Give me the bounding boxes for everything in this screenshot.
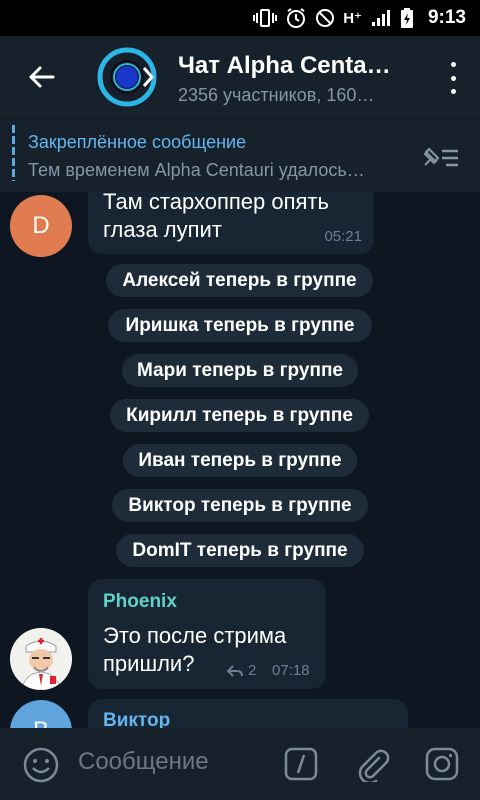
service-message: Кирилл теперь в группе bbox=[110, 399, 369, 432]
pinned-indicator bbox=[12, 125, 15, 181]
member-count: 2356 участников, 160… bbox=[178, 85, 375, 105]
message-bubble[interactable]: Там стархоппер опять глаза лупит 05:21 bbox=[88, 192, 374, 254]
service-message: Мари теперь в группе bbox=[122, 354, 358, 387]
alarm-icon bbox=[285, 7, 307, 29]
message-text: Там стархоппер опять глаза лупит bbox=[103, 192, 329, 242]
camera-icon bbox=[425, 747, 459, 781]
bot-commands-button[interactable] bbox=[283, 746, 319, 782]
reply-count[interactable]: 2 bbox=[226, 662, 256, 679]
avatar[interactable] bbox=[10, 628, 72, 690]
service-message: DomIT теперь в группе bbox=[116, 534, 364, 567]
avatar-letter: D bbox=[32, 212, 50, 239]
service-message: Алексей теперь в группе bbox=[106, 264, 373, 297]
service-message: Иришка теперь в группе bbox=[108, 309, 372, 342]
sender-name[interactable]: Виктор bbox=[103, 710, 170, 728]
message-bubble[interactable]: Виктор bbox=[88, 699, 408, 728]
service-message: Иван теперь в группе bbox=[123, 444, 357, 477]
more-menu-button[interactable] bbox=[446, 62, 460, 94]
arrow-left-icon bbox=[29, 66, 55, 88]
chat-title[interactable]: Чат Alpha Centa… bbox=[178, 52, 408, 80]
clock: 9:13 bbox=[427, 7, 466, 28]
chat-header: Чат Alpha Centa… 2356 участников, 160… bbox=[0, 36, 480, 118]
status-bar: H⁺ 9:13 bbox=[0, 0, 480, 36]
no-sim-icon bbox=[315, 7, 335, 29]
network-type: H⁺ bbox=[343, 10, 362, 27]
message-input-bar: Сообщение bbox=[0, 728, 480, 800]
pinned-title: Закреплённое сообщение bbox=[28, 132, 247, 152]
attach-button[interactable] bbox=[354, 746, 390, 785]
reply-count-value: 2 bbox=[248, 662, 257, 679]
back-button[interactable] bbox=[24, 60, 58, 94]
battery-charging-icon bbox=[400, 7, 414, 29]
message-list[interactable]: D Там стархоппер опять глаза лупит 05:21… bbox=[0, 192, 480, 728]
sender-name[interactable]: Phoenix bbox=[103, 591, 177, 613]
message-time: 07:18 bbox=[272, 662, 310, 679]
pinned-list-button[interactable] bbox=[420, 143, 462, 171]
signal-icon bbox=[370, 7, 392, 29]
message-bubble[interactable]: Phoenix Это после стрима пришли? 2 07:18 bbox=[88, 579, 326, 689]
doctor-avatar-icon bbox=[10, 628, 72, 690]
vibrate-icon bbox=[253, 7, 278, 29]
emoji-icon bbox=[23, 747, 59, 783]
message-input[interactable]: Сообщение bbox=[78, 748, 209, 776]
avatar[interactable]: В bbox=[10, 700, 72, 728]
paperclip-icon bbox=[358, 749, 390, 785]
pin-list-icon bbox=[423, 147, 458, 167]
message-time: 05:21 bbox=[324, 228, 362, 245]
camera-button[interactable] bbox=[424, 746, 460, 782]
group-avatar[interactable] bbox=[96, 46, 158, 108]
avatar-letter: В bbox=[33, 717, 49, 728]
service-message: Виктор теперь в группе bbox=[112, 489, 368, 522]
reply-icon bbox=[226, 664, 243, 677]
slash-command-icon bbox=[284, 747, 318, 781]
pinned-message-bar[interactable]: Закреплённое сообщение Тем временем Alph… bbox=[0, 118, 480, 192]
alpha-centauri-logo-icon bbox=[97, 47, 157, 107]
avatar[interactable]: D bbox=[10, 195, 72, 257]
emoji-button[interactable] bbox=[22, 746, 60, 784]
pinned-text: Тем временем Alpha Centauri удалось… bbox=[28, 160, 365, 180]
